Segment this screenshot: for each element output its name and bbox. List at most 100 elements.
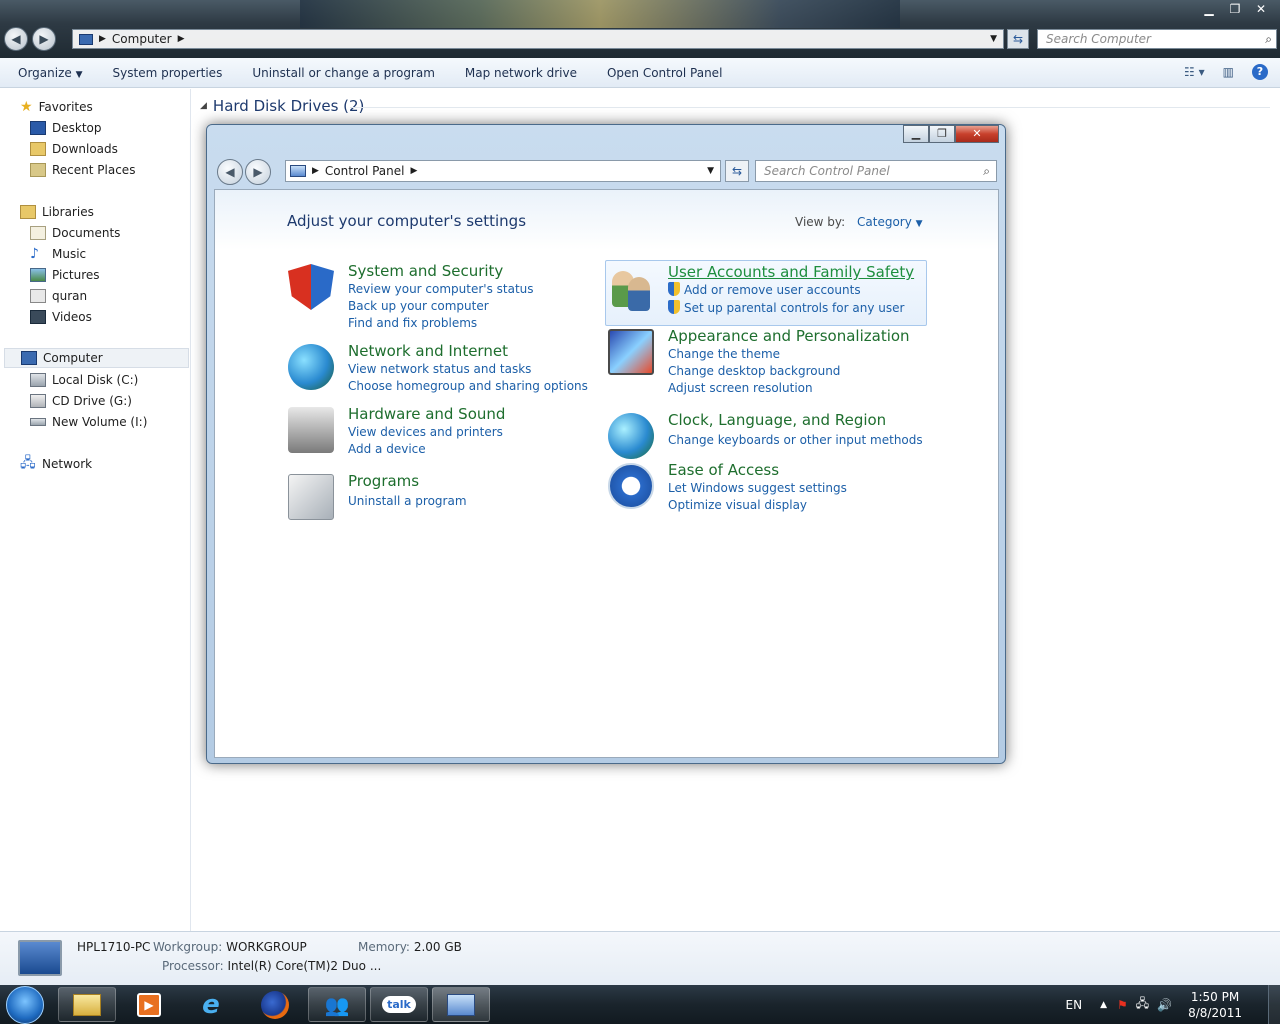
nav-documents[interactable]: Documents: [30, 223, 120, 243]
explorer-address-bar[interactable]: ▶ Computer ▶ ▼: [72, 29, 1004, 49]
volume-icon[interactable]: 🔊: [1157, 998, 1172, 1012]
cp-refresh-button[interactable]: ⇆: [725, 160, 749, 182]
breadcrumb-control-panel[interactable]: Control Panel: [325, 164, 405, 178]
suggest-settings-link[interactable]: Let Windows suggest settings: [668, 481, 847, 495]
nav-favorites[interactable]: ★ Favorites: [20, 97, 93, 117]
cp-minimize-icon[interactable]: ▁: [903, 125, 929, 143]
search-control-panel-input[interactable]: Search Control Panel ⌕: [755, 160, 997, 182]
view-by-dropdown[interactable]: Category ▼: [857, 215, 923, 229]
nav-quran[interactable]: quran: [30, 286, 87, 306]
nav-local-disk[interactable]: Local Disk (C:): [30, 370, 138, 390]
organize-label: Organize: [18, 65, 72, 80]
add-remove-accounts-link[interactable]: Add or remove user accounts: [668, 282, 861, 297]
taskbar-gtalk-button[interactable]: talk: [370, 987, 428, 1022]
breadcrumb-separator-icon[interactable]: ▶: [99, 34, 106, 44]
nav-new-volume[interactable]: New Volume (I:): [30, 412, 147, 432]
clock-language-heading[interactable]: Clock, Language, and Region: [668, 411, 886, 429]
cp-close-icon[interactable]: ✕: [955, 125, 999, 143]
nav-computer[interactable]: Computer: [4, 348, 189, 368]
close-icon[interactable]: ✕: [1248, 0, 1274, 18]
shield-icon[interactable]: [288, 264, 334, 310]
globe-clock-icon[interactable]: [608, 413, 654, 459]
homegroup-sharing-link[interactable]: Choose homegroup and sharing options: [348, 379, 588, 393]
taskbar-ie-button[interactable]: e: [182, 987, 240, 1022]
ease-of-access-heading[interactable]: Ease of Access: [668, 461, 779, 479]
programs-disc-icon[interactable]: [288, 474, 334, 520]
nav-network[interactable]: 🖧 Network: [20, 454, 92, 474]
taskbar-messenger-button[interactable]: 👥: [308, 987, 366, 1022]
view-devices-printers-link[interactable]: View devices and printers: [348, 425, 503, 439]
back-up-link[interactable]: Back up your computer: [348, 299, 489, 313]
optimize-display-link[interactable]: Optimize visual display: [668, 498, 807, 512]
breadcrumb-separator-icon[interactable]: ▶: [312, 166, 319, 176]
appearance-heading[interactable]: Appearance and Personalization: [668, 327, 910, 345]
breadcrumb-separator-icon[interactable]: ▶: [411, 166, 418, 176]
nav-pictures[interactable]: Pictures: [30, 265, 100, 285]
add-device-link[interactable]: Add a device: [348, 442, 426, 456]
search-icon[interactable]: ⌕: [983, 161, 990, 181]
nav-recent-places[interactable]: Recent Places: [30, 160, 135, 180]
clock[interactable]: 1:50 PM 8/8/2011: [1188, 989, 1242, 1021]
review-status-link[interactable]: Review your computer's status: [348, 282, 534, 296]
nav-downloads[interactable]: Downloads: [30, 139, 118, 159]
uninstall-program-link[interactable]: Uninstall a program: [348, 494, 467, 508]
open-control-panel-button[interactable]: Open Control Panel: [592, 66, 737, 80]
computer-icon: [21, 351, 37, 365]
maximize-icon[interactable]: ❐: [1222, 0, 1248, 18]
taskbar-control-panel-button[interactable]: [432, 987, 490, 1022]
nav-videos[interactable]: Videos: [30, 307, 92, 327]
taskbar-firefox-button[interactable]: [246, 987, 304, 1022]
start-button[interactable]: [6, 986, 44, 1024]
cp-back-button[interactable]: ◀: [217, 159, 243, 185]
change-background-link[interactable]: Change desktop background: [668, 364, 840, 378]
user-accounts-heading[interactable]: User Accounts and Family Safety: [668, 263, 914, 281]
screen-resolution-link[interactable]: Adjust screen resolution: [668, 381, 813, 395]
taskbar-media-player-button[interactable]: ▶: [120, 987, 178, 1022]
taskbar-explorer-button[interactable]: [58, 987, 116, 1022]
breadcrumb-computer[interactable]: Computer: [112, 32, 172, 46]
hard-disk-drives-group-header[interactable]: ◢ Hard Disk Drives (2): [200, 97, 364, 115]
show-hidden-icons-icon[interactable]: ▲: [1100, 1000, 1107, 1010]
forward-button[interactable]: ▶: [32, 27, 56, 51]
parental-controls-link[interactable]: Set up parental controls for any user: [668, 300, 904, 315]
change-view-icon[interactable]: ☷ ▾: [1184, 65, 1205, 79]
preview-pane-icon[interactable]: ▥: [1223, 65, 1234, 79]
cp-address-bar[interactable]: ▶ Control Panel ▶ ▼: [285, 160, 721, 182]
cp-address-dropdown-icon[interactable]: ▼: [707, 166, 714, 176]
action-center-flag-icon[interactable]: ⚑: [1117, 998, 1128, 1012]
find-fix-problems-link[interactable]: Find and fix problems: [348, 316, 477, 330]
search-computer-input[interactable]: Search Computer ⌕: [1037, 29, 1277, 49]
breadcrumb-separator-icon[interactable]: ▶: [178, 34, 185, 44]
view-network-status-link[interactable]: View network status and tasks: [348, 362, 531, 376]
system-properties-button[interactable]: System properties: [98, 66, 238, 80]
change-keyboards-link[interactable]: Change keyboards or other input methods: [668, 433, 923, 447]
search-icon[interactable]: ⌕: [1265, 30, 1272, 48]
hardware-sound-heading[interactable]: Hardware and Sound: [348, 405, 505, 423]
network-internet-heading[interactable]: Network and Internet: [348, 342, 508, 360]
cp-forward-button[interactable]: ▶: [245, 159, 271, 185]
nav-libraries[interactable]: Libraries: [20, 202, 94, 222]
help-icon[interactable]: ?: [1252, 64, 1268, 80]
show-desktop-button[interactable]: [1268, 985, 1280, 1024]
cp-maximize-icon[interactable]: ❐: [929, 125, 955, 143]
printer-speaker-icon[interactable]: [288, 407, 334, 453]
organize-button[interactable]: Organize ▼: [0, 66, 98, 80]
uninstall-program-button[interactable]: Uninstall or change a program: [237, 66, 450, 80]
system-security-heading[interactable]: System and Security: [348, 262, 503, 280]
users-icon[interactable]: [610, 267, 656, 313]
nav-desktop[interactable]: Desktop: [30, 118, 102, 138]
change-theme-link[interactable]: Change the theme: [668, 347, 780, 361]
nav-music[interactable]: ♪ Music: [30, 244, 86, 264]
refresh-button[interactable]: ⇆: [1007, 29, 1029, 49]
map-network-drive-button[interactable]: Map network drive: [450, 66, 592, 80]
minimize-icon[interactable]: ▁: [1196, 0, 1222, 18]
back-button[interactable]: ◀: [4, 27, 28, 51]
ease-of-access-icon[interactable]: [608, 463, 654, 509]
monitor-palette-icon[interactable]: [608, 329, 654, 375]
nav-cd-drive[interactable]: CD Drive (G:): [30, 391, 132, 411]
programs-heading[interactable]: Programs: [348, 472, 419, 490]
address-dropdown-icon[interactable]: ▼: [990, 34, 997, 44]
language-indicator[interactable]: EN: [1066, 998, 1083, 1012]
network-globe-icon[interactable]: [288, 344, 334, 390]
network-tray-icon[interactable]: 🖧: [1136, 994, 1149, 1015]
